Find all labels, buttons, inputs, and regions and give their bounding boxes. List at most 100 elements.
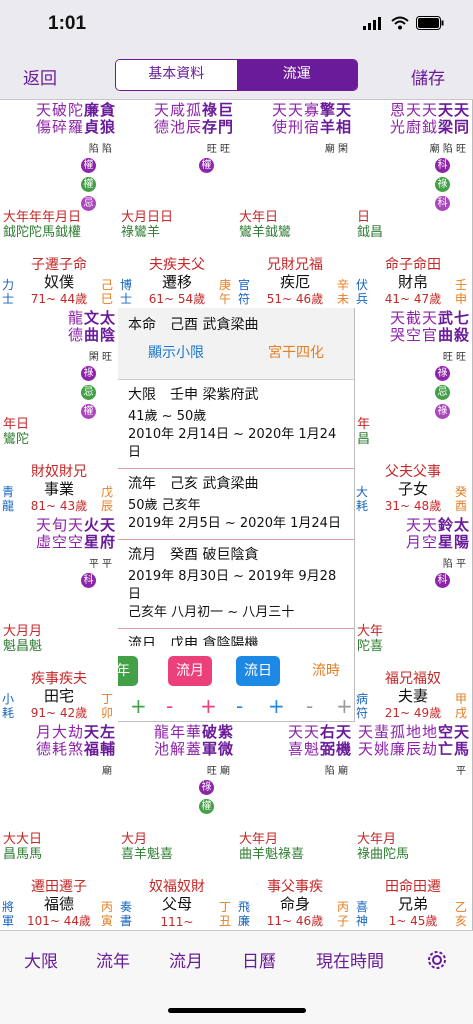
palace-cell[interactable]: 天相擎羊寡宿天刑天使廟 閑大年日 鸞羊鉞鸞 兄財兄福 疾厄 51~ 46歲 官符 辛未 xyxy=(236,100,355,309)
signal-icon xyxy=(363,17,381,30)
star-char: 魁 xyxy=(304,740,320,758)
star-char: 狼 xyxy=(100,118,116,136)
flow-stars: 年日 鸞陀 xyxy=(3,417,30,447)
star-char: 空 xyxy=(422,533,438,551)
liunian-section[interactable]: 流年 己亥 武貪梁曲 50歲 己亥年 2019年 2月5日 ~ 2020年 1月… xyxy=(118,469,354,540)
star-columns: 紫微破軍華蓋年解龍池 xyxy=(154,724,233,758)
star-char: 祿 xyxy=(202,101,218,119)
palace-cell[interactable]: 天機右弼天魁天喜陷 廟大年月 曲羊魁祿喜 事父事疾 命身 11~ 46歲 飛廉 丙子 xyxy=(236,722,355,931)
star-char: 孤 xyxy=(186,101,202,119)
star-column: 右弼 xyxy=(320,724,335,758)
star-column: 太陽 xyxy=(454,517,469,551)
star-columns: 天馬空亡地劫地辰孤廉蜚姚天天 xyxy=(358,724,469,758)
palace-cell[interactable]: 天府火星天空旬空天虛平 平科大月月 魁昌魁 疾事疾夫 田宅 91~ 42歲 小耗 丁卯 xyxy=(0,515,119,723)
star-char: 傷 xyxy=(36,118,52,136)
brightness: 廟 xyxy=(102,766,112,777)
tab-liunian[interactable]: 流年 xyxy=(96,947,130,972)
tab-daxian[interactable]: 大限 xyxy=(24,947,58,972)
back-button[interactable]: 返回 xyxy=(23,64,57,89)
star-char: 空 xyxy=(406,326,422,344)
tab-calendar[interactable]: 日曆 xyxy=(242,947,276,972)
day-plus-button[interactable]: + xyxy=(268,694,285,718)
stem-branch: 己巳 xyxy=(101,278,114,306)
star-column: 月德 xyxy=(36,724,51,758)
hour-minus-button[interactable]: - xyxy=(306,694,313,718)
star-column: 武曲 xyxy=(438,310,453,344)
star-char: 德 xyxy=(154,118,170,136)
star-char: 解 xyxy=(170,740,186,758)
spirit-label: 將軍 xyxy=(2,900,15,928)
month-minus-button[interactable]: - xyxy=(166,694,173,718)
age-range: 81~ 43歲 xyxy=(30,499,88,513)
year-button[interactable]: 年 xyxy=(118,656,138,686)
star-char: 月 xyxy=(406,533,422,551)
star-char: 門 xyxy=(218,118,234,136)
star-column: 寡宿 xyxy=(304,102,319,136)
palace-cell[interactable]: 太陰文曲龍德閑 旺祿忌權年日 鸞陀 財奴財兄 事業 81~ 43歲 青龍 戊辰 xyxy=(0,308,119,516)
tab-current-time[interactable]: 現在時間 xyxy=(316,947,384,972)
star-char: 池 xyxy=(154,740,170,758)
star-columns: 天府火星天空旬空天虛 xyxy=(36,517,115,551)
liunian-age: 50歲 己亥年 xyxy=(128,498,201,513)
star-char: 大 xyxy=(52,723,68,741)
palace-cell[interactable]: 天馬空亡地劫地辰孤廉蜚姚天天平大年月 祿曲陀馬 田命田遷 兄弟 1~ 45歲 喜神 乙亥 xyxy=(354,722,473,931)
star-char: 天 xyxy=(422,101,438,119)
palace-cell[interactable]: 貪狼廉貞陀羅破碎天傷陷 陷權權忌大年年年月日 鉞陀陀馬鉞權 子遷子命 奴僕 71~ 44… xyxy=(0,100,119,309)
star-char: 天 xyxy=(336,101,352,119)
star-char: 寡 xyxy=(304,101,320,119)
flow-buttons: 年 流月 流日 流時 + - + - + - + xyxy=(118,646,354,721)
star-char: 微 xyxy=(218,740,234,758)
palace-cell[interactable]: 天同天梁天鉞天廚恩光廟 陷 旺科祿科日鉞昌 命子命田 財帛 41~ 47歲 伏兵 壬申 xyxy=(354,100,473,309)
flow-stars: 大年月 曲羊魁祿喜 xyxy=(239,832,305,862)
star-char: 德 xyxy=(68,326,84,344)
star-char: 姚 xyxy=(374,740,390,758)
tab-flow[interactable]: 流運 xyxy=(236,60,357,90)
palace-stem-button[interactable]: 宮干四化 xyxy=(268,342,324,362)
stem-branch: 庚午 xyxy=(219,278,232,306)
star-column: 天哭 xyxy=(390,310,405,344)
hour-button[interactable]: 流時 xyxy=(304,656,348,686)
spirit-label: 飛廉 xyxy=(238,900,251,928)
gear-icon[interactable] xyxy=(424,947,450,973)
flow-stars: 大月日日 祿鸞羊 xyxy=(121,210,174,240)
star-char: 天 xyxy=(272,101,288,119)
liuyue-section[interactable]: 流月 癸酉 破巨陰貪 2019年 8月30日 ~ 2019年 9月28日 己亥年… xyxy=(118,540,354,629)
day-button[interactable]: 流日 xyxy=(236,656,280,686)
star-char: 空 xyxy=(438,723,454,741)
status-bar: 1:01 xyxy=(0,0,473,50)
palace-cell[interactable]: 左輔天福劫煞大耗月德廟大大日 昌馬馬 遷田遷子 福德 101~ 44歲 將軍 丙寅 xyxy=(0,722,119,931)
liuyue-lunar: 己亥年 八月初一 ~ 八月三十 xyxy=(128,605,295,620)
hour-plus-button[interactable]: + xyxy=(336,694,353,718)
star-columns: 巨門祿存孤辰咸池天德 xyxy=(154,102,233,136)
daxian-age: 41歲 ~ 50歲 xyxy=(128,409,207,424)
palace-cell[interactable]: 太陽鈴星天空天月陷 平科大年 陀喜 福兄福奴 夫妻 21~ 49歲 病符 甲戌 xyxy=(354,515,473,723)
month-plus-button[interactable]: + xyxy=(200,694,217,718)
day-minus-button[interactable]: - xyxy=(236,694,243,718)
age-range: 71~ 44歲 xyxy=(30,292,88,306)
year-plus-button[interactable]: + xyxy=(130,694,147,718)
star-column: 天虛 xyxy=(36,517,51,551)
star-char: 天 xyxy=(68,516,84,534)
liunian-heading: 流年 己亥 武貪梁曲 xyxy=(128,476,259,492)
daxian-section[interactable]: 大限 壬申 梁紫府武 41歲 ~ 50歲 2010年 2月14日 ~ 2020年… xyxy=(118,380,354,469)
star-char: 龍 xyxy=(154,723,170,741)
show-small-limit-button[interactable]: 顯示小限 xyxy=(148,342,204,362)
palace-cell[interactable]: 七殺武曲天官截空天哭旺 旺祿忌祿年昌父夫父事 子女 31~ 48歲 大耗 癸酉 xyxy=(354,308,473,516)
transform-badge: 忌 xyxy=(81,385,96,400)
stem-branch: 癸酉 xyxy=(455,485,468,513)
transform-badge: 祿 xyxy=(435,366,450,381)
palace-cell[interactable]: 巨門祿存孤辰咸池天德旺 旺權大月日日 祿鸞羊 夫疾夫父 遷移 61~ 54歲 博士 庚午 xyxy=(118,100,237,309)
tab-basic-info[interactable]: 基本資料 xyxy=(116,60,237,90)
palace-cell[interactable]: 紫微破軍華蓋年解龍池旺 廟祿權大月 喜羊魁喜 奴福奴財 父母 111~ 奏書 丁丑 xyxy=(118,722,237,931)
transform-badge: 權 xyxy=(81,177,96,192)
star-char: 機 xyxy=(336,740,352,758)
star-char: 鈴 xyxy=(438,516,454,534)
save-button[interactable]: 儲存 xyxy=(411,64,445,89)
brightness: 旺 旺 xyxy=(206,144,230,155)
flow-stars: 大大日 昌馬馬 xyxy=(3,832,43,862)
month-button[interactable]: 流月 xyxy=(168,656,212,686)
star-char: 陰 xyxy=(100,326,116,344)
tab-liuyue[interactable]: 流月 xyxy=(169,947,203,972)
star-column: 祿存 xyxy=(202,102,217,136)
star-char: 天 xyxy=(100,516,116,534)
